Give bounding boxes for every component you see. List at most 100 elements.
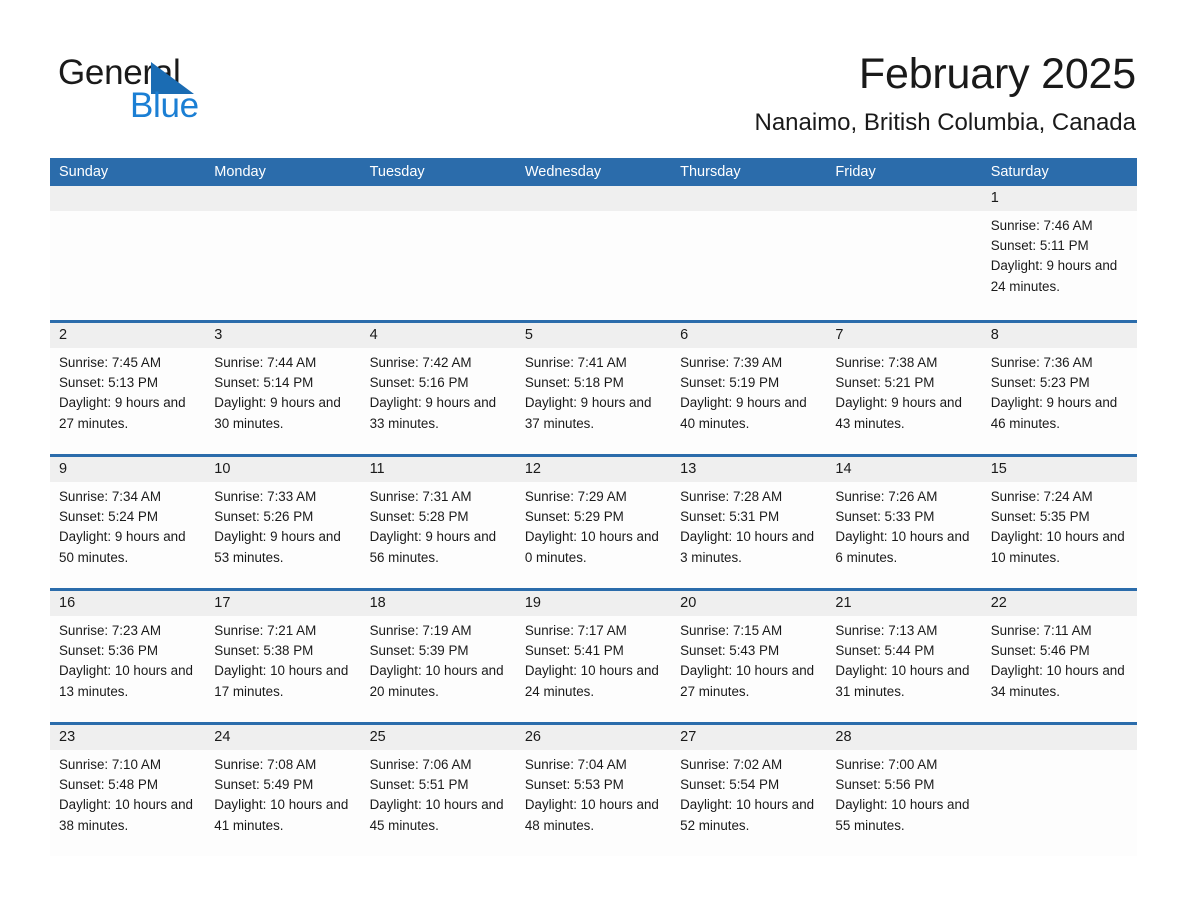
day-number: 27 (680, 729, 697, 745)
day-number-band: 3 (205, 323, 361, 348)
calendar-day-cell[interactable]: 7 Sunrise: 7:38 AM Sunset: 5:21 PM Daylight… (826, 323, 982, 454)
weekday-header-saturday: Saturday (990, 164, 1049, 180)
calendar-day-cell[interactable]: 16 Sunrise: 7:23 AM Sunset: 5:36 PM Dayligh… (50, 591, 206, 722)
calendar-day-cell-empty (515, 186, 672, 320)
calendar-day-cell[interactable]: 12 Sunrise: 7:29 AM Sunset: 5:29 PM Dayligh… (515, 457, 672, 588)
calendar-day-cell[interactable]: 22 Sunrise: 7:11 AM Sunset: 5:46 PM Dayligh… (981, 591, 1137, 722)
day-number-band: 8 (981, 323, 1137, 348)
calendar-day-cell[interactable]: 4 Sunrise: 7:42 AM Sunset: 5:16 PM Daylight… (360, 323, 516, 454)
daylight-text: Daylight: 10 hours and 10 minutes. (990, 529, 1125, 565)
sunset-text: Sunset: 5:21 PM (835, 375, 935, 391)
daylight-text: Daylight: 9 hours and 56 minutes. (369, 529, 497, 565)
calendar-day-cell[interactable]: 6 Sunrise: 7:39 AM Sunset: 5:19 PM Daylight… (671, 323, 827, 454)
sunset-text: Sunset: 5:11 PM (990, 238, 1089, 254)
calendar-week-row: 9 Sunrise: 7:34 AM Sunset: 5:24 PM Daylight… (50, 454, 1137, 588)
sunset-text: Sunset: 5:35 PM (990, 509, 1090, 525)
day-number: 9 (59, 461, 68, 477)
day-number-band: 1 (981, 186, 1137, 211)
calendar-day-cell[interactable]: 25 Sunrise: 7:06 AM Sunset: 5:51 PM Dayligh… (360, 725, 516, 856)
sunrise-text: Sunrise: 7:23 AM (59, 623, 161, 638)
calendar-day-cell-empty (826, 186, 982, 320)
calendar-day-cell[interactable]: 28 Sunrise: 7:00 AM Sunset: 5:56 PM Dayligh… (826, 725, 982, 856)
calendar-day-cell[interactable]: 18 Sunrise: 7:19 AM Sunset: 5:39 PM Dayligh… (360, 591, 516, 722)
calendar-day-cell[interactable]: 20 Sunrise: 7:15 AM Sunset: 5:43 PM Dayligh… (671, 591, 827, 722)
daylight-text: Daylight: 10 hours and 34 minutes. (990, 663, 1125, 699)
calendar-day-cell[interactable]: 17 Sunrise: 7:21 AM Sunset: 5:38 PM Dayligh… (205, 591, 361, 722)
day-details: Sunrise: 7:17 AM Sunset: 5:41 PM Daylight:… (516, 616, 671, 702)
sunset-text: Sunset: 5:44 PM (835, 643, 935, 659)
sunrise-text: Sunrise: 7:39 AM (680, 355, 783, 370)
sunset-text: Sunset: 5:31 PM (680, 509, 780, 525)
day-number-band (360, 186, 516, 211)
sunrise-text: Sunrise: 7:08 AM (214, 757, 317, 772)
weekday-header-thursday: Thursday (680, 164, 741, 180)
sunset-text: Sunset: 5:43 PM (680, 643, 780, 659)
sunrise-text: Sunrise: 7:24 AM (990, 489, 1093, 504)
page-title: February 2025 (858, 50, 1136, 98)
calendar-day-cell[interactable]: 2 Sunrise: 7:45 AM Sunset: 5:13 PM Daylight… (50, 323, 206, 454)
day-details: Sunrise: 7:29 AM Sunset: 5:29 PM Daylight:… (516, 482, 671, 568)
day-number-band: 19 (515, 591, 672, 616)
daylight-text: Daylight: 9 hours and 27 minutes. (59, 395, 186, 431)
day-number-band (826, 186, 982, 211)
calendar-day-cell[interactable]: 9 Sunrise: 7:34 AM Sunset: 5:24 PM Daylight… (50, 457, 206, 588)
sunrise-text: Sunrise: 7:06 AM (369, 757, 472, 772)
day-details: Sunrise: 7:13 AM Sunset: 5:44 PM Daylight:… (826, 616, 981, 702)
day-details: Sunrise: 7:19 AM Sunset: 5:39 PM Daylight:… (361, 616, 516, 702)
day-number: 6 (680, 327, 689, 343)
calendar-day-cell[interactable]: 15 Sunrise: 7:24 AM Sunset: 5:35 PM Dayligh… (981, 457, 1137, 588)
day-details: Sunrise: 7:28 AM Sunset: 5:31 PM Daylight:… (671, 482, 826, 568)
calendar-day-cell[interactable]: 13 Sunrise: 7:28 AM Sunset: 5:31 PM Dayligh… (671, 457, 827, 588)
day-number: 23 (59, 729, 76, 745)
day-details: Sunrise: 7:10 AM Sunset: 5:48 PM Daylight:… (50, 750, 205, 836)
sunrise-text: Sunrise: 7:15 AM (680, 623, 783, 638)
calendar-day-cell[interactable]: 19 Sunrise: 7:17 AM Sunset: 5:41 PM Dayligh… (515, 591, 672, 722)
calendar-day-cell[interactable]: 14 Sunrise: 7:26 AM Sunset: 5:33 PM Dayligh… (826, 457, 982, 588)
calendar-day-cell[interactable]: 8 Sunrise: 7:36 AM Sunset: 5:23 PM Daylight… (981, 323, 1137, 454)
sunrise-text: Sunrise: 7:19 AM (369, 623, 472, 638)
day-details: Sunrise: 7:24 AM Sunset: 5:35 PM Daylight:… (982, 482, 1137, 568)
general-blue-logo[interactable]: General Blue (58, 52, 338, 125)
calendar-day-cell[interactable]: 1 Sunrise: 7:46 AM Sunset: 5:11 PM Daylight… (981, 186, 1137, 320)
sunrise-text: Sunrise: 7:02 AM (680, 757, 783, 772)
sunset-text: Sunset: 5:54 PM (680, 777, 780, 793)
calendar-day-cell[interactable]: 21 Sunrise: 7:13 AM Sunset: 5:44 PM Dayligh… (826, 591, 982, 722)
day-number: 19 (524, 595, 541, 611)
sunrise-text: Sunrise: 7:31 AM (369, 489, 472, 504)
sunrise-text: Sunrise: 7:04 AM (524, 757, 627, 772)
day-number-band: 28 (826, 725, 982, 750)
calendar-day-cell[interactable]: 5 Sunrise: 7:41 AM Sunset: 5:18 PM Daylight… (515, 323, 672, 454)
calendar-day-cell[interactable]: 10 Sunrise: 7:33 AM Sunset: 5:26 PM Dayligh… (205, 457, 361, 588)
weekday-header-wednesday: Wednesday (524, 164, 602, 180)
calendar-day-cell[interactable]: 27 Sunrise: 7:02 AM Sunset: 5:54 PM Dayligh… (671, 725, 827, 856)
sunset-text: Sunset: 5:38 PM (214, 643, 314, 659)
sunrise-text: Sunrise: 7:21 AM (214, 623, 317, 638)
calendar-table: Sunday Monday Tuesday Wednesday Thursday Frid… (50, 158, 1137, 856)
day-details: Sunrise: 7:45 AM Sunset: 5:13 PM Daylight:… (50, 348, 205, 434)
calendar-page: General Blue February 2025 Nanaimo, Brit… (0, 0, 1188, 918)
calendar-week-row: 16 Sunrise: 7:23 AM Sunset: 5:36 PM Dayligh… (50, 588, 1137, 722)
weekday-header-tuesday: Tuesday (369, 164, 425, 180)
day-number-band: 10 (205, 457, 361, 482)
day-details: Sunrise: 7:21 AM Sunset: 5:38 PM Daylight:… (205, 616, 360, 702)
sunset-text: Sunset: 5:46 PM (990, 643, 1090, 659)
calendar-day-cell[interactable]: 23 Sunrise: 7:10 AM Sunset: 5:48 PM Dayligh… (50, 725, 206, 856)
sunset-text: Sunset: 5:53 PM (524, 777, 624, 793)
day-number-band: 9 (50, 457, 206, 482)
calendar-day-cell[interactable]: 24 Sunrise: 7:08 AM Sunset: 5:49 PM Dayligh… (205, 725, 361, 856)
day-details: Sunrise: 7:31 AM Sunset: 5:28 PM Daylight:… (361, 482, 516, 568)
calendar-day-cell[interactable]: 11 Sunrise: 7:31 AM Sunset: 5:28 PM Dayligh… (360, 457, 516, 588)
daylight-text: Daylight: 10 hours and 52 minutes. (680, 797, 815, 833)
day-number: 18 (369, 595, 386, 611)
day-details: Sunrise: 7:38 AM Sunset: 5:21 PM Daylight:… (826, 348, 981, 434)
day-number-band: 4 (360, 323, 516, 348)
day-number: 26 (524, 729, 541, 745)
sunset-text: Sunset: 5:56 PM (835, 777, 935, 793)
day-details: Sunrise: 7:23 AM Sunset: 5:36 PM Daylight:… (50, 616, 205, 702)
day-number: 13 (680, 461, 697, 477)
daylight-text: Daylight: 10 hours and 48 minutes. (524, 797, 659, 833)
calendar-week-row: 1 Sunrise: 7:46 AM Sunset: 5:11 PM Daylight… (50, 186, 1137, 320)
calendar-day-cell[interactable]: 3 Sunrise: 7:44 AM Sunset: 5:14 PM Daylight… (205, 323, 361, 454)
calendar-day-cell[interactable]: 26 Sunrise: 7:04 AM Sunset: 5:53 PM Dayligh… (515, 725, 672, 856)
day-details: Sunrise: 7:04 AM Sunset: 5:53 PM Daylight:… (516, 750, 671, 836)
